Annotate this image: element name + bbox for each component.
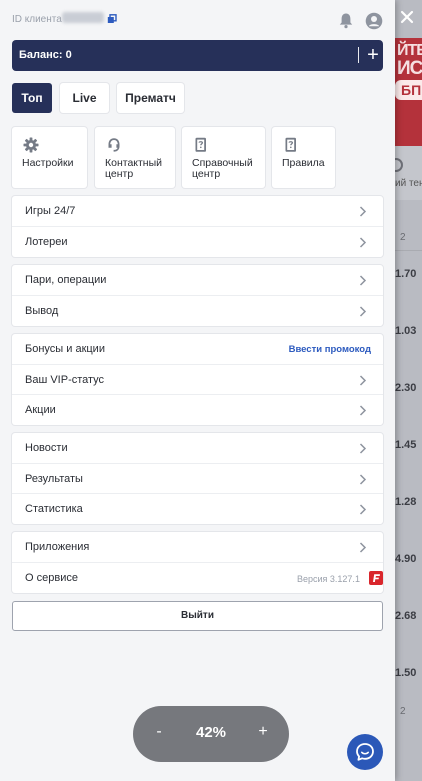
menu-item-statistics[interactable]: Статистика: [12, 493, 383, 524]
bell-icon[interactable]: [338, 12, 354, 29]
headset-icon: [108, 138, 120, 152]
chevron-right-icon: [359, 542, 367, 553]
account-icon[interactable]: [365, 12, 383, 30]
odds-value[interactable]: 1.50: [395, 667, 422, 679]
tab-prematch[interactable]: Прематч: [117, 83, 184, 113]
help-center-card[interactable]: Справочный центр: [182, 127, 265, 188]
contact-center-card[interactable]: Контактный центр: [95, 127, 175, 188]
menu-item-bonuses[interactable]: Бонусы и акции Ввести промокод: [12, 334, 383, 365]
menu-item-label: Новости: [25, 442, 68, 454]
zoom-control: - 42% +: [133, 706, 289, 762]
chevron-right-icon: [359, 237, 367, 248]
balance-text: Баланс: 0: [19, 49, 72, 61]
chevron-right-icon: [359, 375, 367, 386]
app-version: Версия 3.127.1: [297, 574, 360, 584]
chevron-right-icon: [359, 405, 367, 416]
background-app: ЙТЕ ИС БП ий тени 2 1.70 1.03 2.30 1.45 …: [395, 0, 422, 781]
menu-item-label: Вывод: [25, 305, 59, 317]
chat-icon: [356, 743, 374, 761]
client-id-label: ID клиента: [12, 14, 62, 25]
client-id-value: [62, 12, 104, 23]
menu-item-label: Пари, операции: [25, 274, 107, 286]
chevron-right-icon: [359, 474, 367, 485]
menu-group-info: Новости Результаты Статистика: [12, 433, 383, 524]
menu-group-bonuses: Бонусы и акции Ввести промокод Ваш VIP-с…: [12, 334, 383, 425]
chevron-right-icon: [359, 306, 367, 317]
menu-item-label: Игры 24/7: [25, 205, 76, 217]
menu-item-results[interactable]: Результаты: [12, 463, 383, 494]
tab-live[interactable]: Live: [60, 83, 109, 113]
menu-group-games: Игры 24/7 Лотереи: [12, 196, 383, 257]
odds-value[interactable]: 1.03: [395, 325, 422, 337]
side-menu-panel: ID клиента Баланс: 0 + Топ Live Прематч: [0, 0, 395, 781]
menu-item-label: Результаты: [25, 473, 83, 485]
event-header: ий тени: [395, 146, 422, 200]
zoom-out-button[interactable]: -: [153, 723, 165, 741]
divider: [358, 47, 359, 63]
brand-logo-icon: [369, 571, 383, 585]
zoom-in-button[interactable]: +: [256, 723, 270, 741]
banner-text-2: ИС: [397, 58, 422, 79]
copy-icon[interactable]: [107, 14, 117, 24]
menu-item-news[interactable]: Новости: [12, 433, 383, 464]
odds-value[interactable]: 1.28: [395, 496, 422, 508]
odds-value[interactable]: 1.70: [395, 268, 422, 280]
tab-top[interactable]: Топ: [12, 83, 52, 113]
odds-value: 2: [400, 706, 406, 717]
odds-value[interactable]: 2.68: [395, 610, 422, 622]
menu-item-apps[interactable]: Приложения: [12, 532, 383, 563]
menu-item-label: Бонусы и акции: [25, 343, 105, 355]
odds-value[interactable]: 2.30: [395, 382, 422, 394]
balance-bar[interactable]: Баланс: 0 +: [12, 40, 383, 71]
enter-promo-code-link[interactable]: Ввести промокод: [289, 344, 371, 355]
menu-item-vip-status[interactable]: Ваш VIP-статус: [12, 364, 383, 395]
chevron-right-icon: [359, 504, 367, 515]
chevron-right-icon: [359, 206, 367, 217]
help-doc-icon: [195, 137, 206, 152]
menu-item-label: Лотереи: [25, 236, 68, 248]
settings-label: Настройки: [22, 157, 74, 169]
divider: [395, 250, 422, 251]
menu-group-finance: Пари, операции Вывод: [12, 265, 383, 326]
odds-value[interactable]: 1.45: [395, 439, 422, 451]
odds-value: 2: [400, 232, 406, 243]
menu-item-label: Акции: [25, 404, 56, 416]
menu-item-label: Ваш VIP-статус: [25, 374, 105, 386]
menu-topbar: ID клиента: [0, 0, 395, 40]
menu-item-withdraw[interactable]: Вывод: [12, 295, 383, 326]
menu-group-service: Приложения О сервисе Версия 3.127.1: [12, 532, 383, 593]
banner-badge: БП: [395, 80, 422, 100]
menu-item-label: О сервисе: [25, 572, 78, 584]
contact-center-label: Контактный центр: [105, 157, 163, 180]
menu-item-games[interactable]: Игры 24/7: [12, 196, 383, 227]
rules-doc-icon: [285, 137, 296, 152]
menu-item-label: Статистика: [25, 503, 83, 515]
sport-icon: [395, 158, 403, 172]
settings-card[interactable]: Настройки: [12, 127, 87, 188]
chevron-right-icon: [359, 443, 367, 454]
zoom-level: 42%: [195, 724, 227, 741]
menu-item-about[interactable]: О сервисе Версия 3.127.1: [12, 562, 383, 593]
rules-card[interactable]: Правила: [272, 127, 335, 188]
chat-button[interactable]: [347, 734, 383, 770]
banner-badge-text: БП: [401, 82, 422, 98]
rules-label: Правила: [282, 157, 325, 169]
menu-item-bets-operations[interactable]: Пари, операции: [12, 265, 383, 296]
odds-value[interactable]: 4.90: [395, 553, 422, 565]
top-up-button[interactable]: +: [364, 43, 382, 67]
gear-icon: [23, 137, 39, 153]
menu-item-lotteries[interactable]: Лотереи: [12, 226, 383, 257]
menu-item-promotions[interactable]: Акции: [12, 394, 383, 425]
close-icon[interactable]: [398, 8, 416, 26]
logout-button[interactable]: Выйти: [12, 601, 383, 631]
menu-item-label: Приложения: [25, 541, 90, 553]
promo-banner: ЙТЕ ИС БП: [395, 38, 422, 146]
help-center-label: Справочный центр: [192, 157, 253, 180]
chevron-right-icon: [359, 275, 367, 286]
event-header-text: ий тени: [395, 178, 422, 189]
